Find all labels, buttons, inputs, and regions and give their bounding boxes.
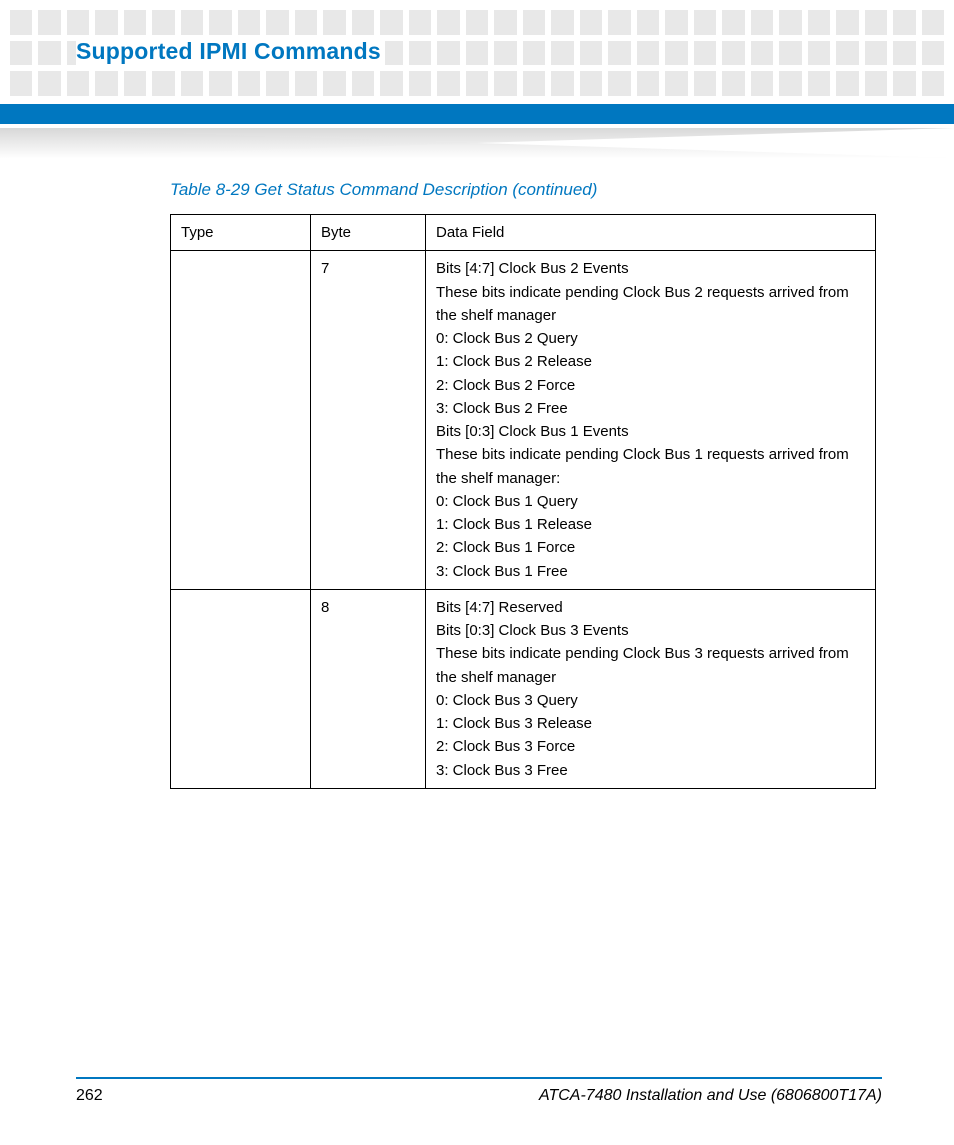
data-line: 3: Clock Bus 2 Free: [436, 397, 865, 420]
data-line: 1: Clock Bus 1 Release: [436, 513, 865, 536]
data-line: These bits indicate pending Clock Bus 2 …: [436, 281, 865, 328]
page-number: 262: [76, 1087, 103, 1105]
data-line: 3: Clock Bus 3 Free: [436, 759, 865, 782]
data-line: 3: Clock Bus 1 Free: [436, 560, 865, 583]
data-line: These bits indicate pending Clock Bus 3 …: [436, 642, 865, 689]
cell-data: Bits [4:7] ReservedBits [0:3] Clock Bus …: [426, 589, 876, 788]
cell-byte: 8: [311, 589, 426, 788]
data-line: 1: Clock Bus 2 Release: [436, 350, 865, 373]
table-header-row: Type Byte Data Field: [171, 215, 876, 251]
data-line: 0: Clock Bus 2 Query: [436, 327, 865, 350]
cell-byte: 7: [311, 251, 426, 590]
data-line: Bits [0:3] Clock Bus 1 Events: [436, 420, 865, 443]
table-header-byte: Byte: [311, 215, 426, 251]
data-line: 0: Clock Bus 1 Query: [436, 490, 865, 513]
command-table: Type Byte Data Field 7Bits [4:7] Clock B…: [170, 214, 876, 789]
table-header-type: Type: [171, 215, 311, 251]
section-title: Supported IPMI Commands: [76, 38, 385, 65]
data-line: These bits indicate pending Clock Bus 1 …: [436, 443, 865, 490]
data-line: 1: Clock Bus 3 Release: [436, 712, 865, 735]
cell-type: [171, 251, 311, 590]
data-line: 2: Clock Bus 2 Force: [436, 374, 865, 397]
data-line: Bits [4:7] Reserved: [436, 596, 865, 619]
header-blue-bar: [0, 104, 954, 124]
data-line: 2: Clock Bus 1 Force: [436, 536, 865, 559]
data-line: Bits [4:7] Clock Bus 2 Events: [436, 257, 865, 280]
table-row: 7Bits [4:7] Clock Bus 2 EventsThese bits…: [171, 251, 876, 590]
table-body: 7Bits [4:7] Clock Bus 2 EventsThese bits…: [171, 251, 876, 789]
data-line: 2: Clock Bus 3 Force: [436, 735, 865, 758]
table-row: 8Bits [4:7] ReservedBits [0:3] Clock Bus…: [171, 589, 876, 788]
table-header-data: Data Field: [426, 215, 876, 251]
data-line: 0: Clock Bus 3 Query: [436, 689, 865, 712]
data-line: Bits [0:3] Clock Bus 3 Events: [436, 619, 865, 642]
cell-data: Bits [4:7] Clock Bus 2 EventsThese bits …: [426, 251, 876, 590]
page-footer: 262 ATCA-7480 Installation and Use (6806…: [76, 1077, 882, 1105]
doc-title: ATCA-7480 Installation and Use (6806800T…: [539, 1087, 882, 1105]
table-caption: Table 8-29 Get Status Command Descriptio…: [170, 180, 886, 200]
cell-type: [171, 589, 311, 788]
